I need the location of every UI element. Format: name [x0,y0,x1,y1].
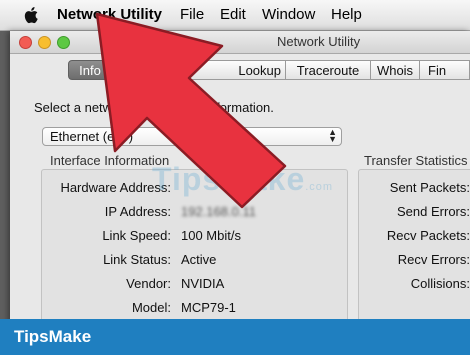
send-errors-label: Send Errors: [397,204,470,219]
model-value: MCP79-1 [181,300,236,315]
link-speed-value: 100 Mbit/s [181,228,241,243]
interface-prompt: Select a network interface for informati… [34,100,274,115]
desktop-edge [0,31,10,319]
tab-whois[interactable]: Whois [371,60,420,80]
collisions-label: Collisions: [410,276,470,291]
tab-lookup[interactable]: Lookup [112,60,286,80]
menu-help[interactable]: Help [331,6,362,23]
menu-edit[interactable]: Edit [220,6,246,23]
tab-traceroute[interactable]: Traceroute [286,60,371,80]
link-speed-label: Link Speed: [102,228,171,243]
sent-packets-label: Sent Packets: [389,180,470,195]
brand-bar: TipsMake [0,319,470,355]
watermark-text: TipsMake [152,161,306,197]
menu-window[interactable]: Window [262,6,315,23]
vendor-value: NVIDIA [181,276,225,291]
brand-label: TipsMake [14,327,92,346]
link-status-label: Link Status: [103,252,171,267]
interface-select-value: Ethernet (en0) [50,129,134,144]
select-arrows-icon: ▲ ▼ [328,127,337,144]
tab-info[interactable]: Info [68,60,112,80]
zoom-button[interactable] [57,36,70,49]
menu-file[interactable]: File [180,6,204,23]
vendor-label: Vendor: [126,276,171,291]
model-label: Model: [131,300,171,315]
transfer-stats-label: Transfer Statistics [364,153,468,168]
apple-icon[interactable] [22,5,42,25]
window-title: Network Utility [277,34,361,49]
minimize-button[interactable] [38,36,51,49]
menu-bar: Network Utility File Edit Window Help [0,0,470,31]
tab-finger[interactable]: Fin [420,60,470,80]
menu-app-name[interactable]: Network Utility [57,6,162,23]
interface-select[interactable]: Ethernet (en0) ▲ ▼ [42,127,342,146]
ip-address-value: 192.168.0.11 [181,204,256,219]
watermark-suffix: .com [305,181,334,193]
link-status-value: Active [181,252,217,267]
watermark: TipsMake.com [152,161,333,198]
recv-packets-label: Recv Packets: [386,228,470,243]
title-bar: Network Utility [10,31,470,54]
ip-address-label: IP Address: [104,204,171,219]
close-button[interactable] [19,36,32,49]
recv-errors-label: Recv Errors: [397,252,470,267]
